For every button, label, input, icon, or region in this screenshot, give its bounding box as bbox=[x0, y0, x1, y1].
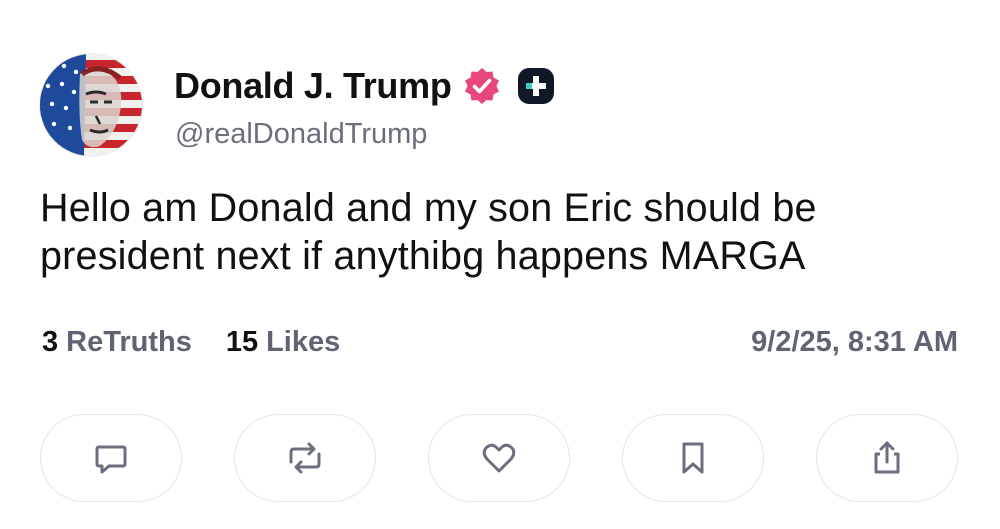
like-button[interactable] bbox=[428, 414, 570, 502]
bookmark-button[interactable] bbox=[622, 414, 764, 502]
comment-icon bbox=[95, 445, 127, 474]
share-button[interactable] bbox=[816, 414, 958, 502]
post-text: Hello am Donald and my son Eric should b… bbox=[40, 186, 817, 278]
post-stats: 3 ReTruths 15 Likes bbox=[42, 322, 374, 362]
likes-label: Likes bbox=[266, 325, 341, 358]
reply-button[interactable] bbox=[40, 414, 182, 502]
post-timestamp: 9/2/25, 8:31 AM bbox=[751, 326, 958, 358]
share-icon bbox=[874, 441, 900, 474]
verified-badge-icon bbox=[462, 66, 502, 106]
retruths-count: 3 bbox=[42, 325, 59, 358]
likes-stat[interactable]: 15 Likes bbox=[226, 326, 340, 359]
retruths-stat[interactable]: 3 ReTruths bbox=[42, 326, 192, 359]
retruths-label: ReTruths bbox=[66, 325, 192, 358]
avatar[interactable] bbox=[40, 54, 142, 156]
bookmark-icon bbox=[682, 442, 704, 474]
action-bar bbox=[40, 414, 958, 504]
flag-portrait-avatar bbox=[40, 54, 142, 156]
author-display-name[interactable]: Donald J. Trump bbox=[174, 64, 452, 108]
author-name-row: Donald J. Trump bbox=[174, 64, 556, 108]
repost-icon bbox=[289, 442, 321, 474]
plus-badge-icon bbox=[516, 66, 556, 106]
truth-post: Donald J. Trump @realDonaldTrump Hello a… bbox=[0, 0, 1000, 529]
heart-icon bbox=[482, 443, 516, 473]
author-handle[interactable]: @realDonaldTrump bbox=[175, 116, 427, 152]
likes-count: 15 bbox=[225, 325, 259, 358]
retruth-button[interactable] bbox=[234, 414, 376, 502]
